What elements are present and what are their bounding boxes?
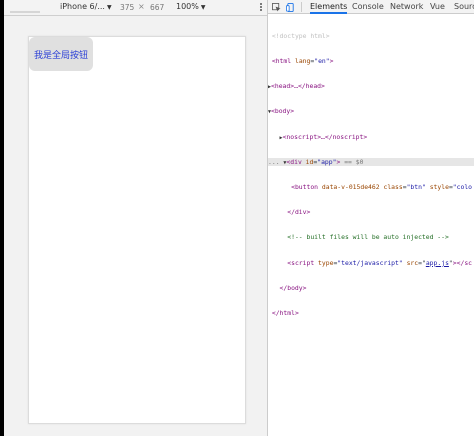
script-type-value: "text/javascript" (337, 258, 403, 267)
toolbar-divider (301, 2, 302, 12)
device-height-input[interactable]: 667 (150, 3, 164, 12)
button-class-attr: class (383, 183, 403, 192)
device-viewport: 我是全局按钮 (4, 16, 267, 436)
inspect-element-icon[interactable] (272, 3, 281, 12)
dom-node-div-app[interactable]: ... ▼<div id="app"> == $0 (268, 157, 474, 167)
chevron-down-icon: ▼ (106, 4, 112, 11)
div-tag: <div (286, 157, 302, 166)
device-select-value: iPhone 6/... (60, 2, 105, 11)
tab-elements[interactable]: Elements (310, 2, 348, 14)
tab-console[interactable]: Console (352, 2, 384, 14)
device-select[interactable]: iPhone 6/... ▼ (60, 2, 112, 11)
dom-node-doctype[interactable]: <!doctype html> (268, 32, 474, 40)
dom-node-noscript[interactable]: ▶<noscript>…</noscript> (268, 133, 474, 141)
div-close-tag: </div> (287, 208, 311, 217)
button-tag: <button (291, 183, 319, 192)
button-class-value: "btn" (406, 183, 426, 192)
dom-node-script[interactable]: <script type="text/javascript" src="app.… (268, 259, 474, 267)
device-toolbar: iPhone 6/... ▼ 375 × 667 100% ▼ (4, 0, 267, 16)
devtools-tabbar: Elements Console Network Vue Sources (268, 0, 474, 14)
html-close-tag: </html> (271, 309, 299, 318)
dom-node-html[interactable]: <html lang="en"> (268, 57, 474, 65)
device-toggle-icon[interactable] (286, 3, 295, 12)
chevron-down-icon: ▼ (200, 4, 206, 11)
comment-text: <!-- built files will be auto injected -… (287, 233, 449, 242)
devtools-panel: Elements Console Network Vue Sources <!d… (268, 0, 474, 436)
tab-sources[interactable]: Sources (454, 2, 474, 14)
html-lang-value: "en" (314, 57, 330, 66)
selected-marker: == $0 (344, 157, 364, 166)
html-lang-attr: lang (294, 57, 311, 66)
body-close-tag: </body> (279, 283, 307, 292)
dom-node-comment[interactable]: <!-- built files will be auto injected -… (268, 233, 474, 241)
dom-tree: <!doctype html> <html lang="en"> ▶<head>… (268, 15, 474, 436)
script-close-tag: ></sc (452, 258, 473, 267)
body-tag: <body> (271, 107, 295, 116)
html-tag: <html (271, 57, 292, 66)
global-button[interactable]: 我是全局按钮 (29, 37, 93, 71)
dom-node-body[interactable]: ▼<body> (268, 107, 474, 115)
tab-network[interactable]: Network (390, 2, 423, 14)
head-tag: <head>…</head> (271, 82, 325, 91)
phone-screen: 我是全局按钮 (28, 36, 246, 424)
script-type-attr: type (318, 258, 334, 267)
script-tag: <script (287, 258, 315, 267)
dimension-separator: × (138, 2, 145, 11)
div-id-value: "app" (317, 157, 337, 166)
more-options-icon[interactable] (259, 2, 263, 12)
script-src-link[interactable]: app.js (426, 259, 449, 267)
dom-node-div-close[interactable]: </div> (268, 208, 474, 216)
noscript-tag: <noscript>…</noscript> (282, 132, 368, 141)
node-actions-icon[interactable]: ... (268, 158, 280, 166)
button-style-value: "colo (452, 183, 473, 192)
script-src-attr: src (406, 258, 419, 267)
button-data-attr: data-v-015de462 (321, 183, 380, 192)
dom-node-html-close[interactable]: </html> (268, 309, 474, 317)
zoom-select-value: 100% (176, 2, 199, 11)
button-style-attr: style (429, 183, 449, 192)
ruler-corner (10, 3, 40, 13)
device-width-input[interactable]: 375 (120, 3, 134, 12)
dom-node-body-close[interactable]: </body> (268, 284, 474, 292)
doctype-text: <!doctype html> (271, 31, 330, 40)
dom-node-button[interactable]: <button data-v-015de462 class="btn" styl… (268, 183, 474, 191)
dom-node-head[interactable]: ▶<head>…</head> (268, 82, 474, 90)
tab-vue[interactable]: Vue (430, 2, 445, 14)
zoom-select[interactable]: 100% ▼ (176, 2, 206, 11)
